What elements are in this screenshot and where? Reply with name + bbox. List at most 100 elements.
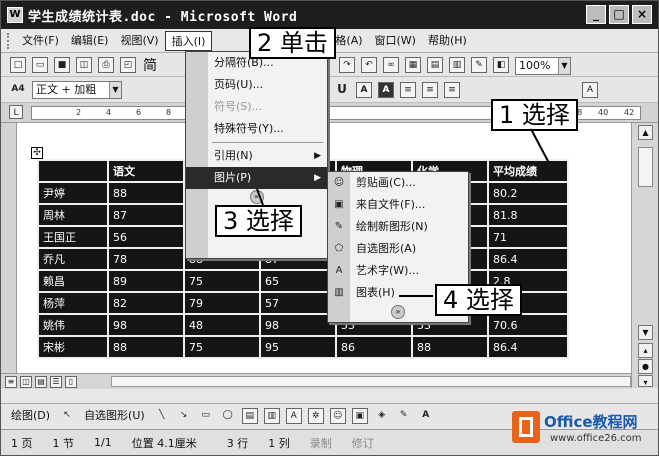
score-cell[interactable]: 57 (259, 291, 337, 315)
print-icon[interactable]: ⎙ (98, 56, 114, 73)
score-cell[interactable]: 89 (107, 269, 185, 293)
table-move-handle-icon[interactable]: ✣ (31, 147, 43, 159)
score-cell[interactable]: 80.2 (487, 181, 569, 205)
picture-menu-item[interactable]: ▣ 来自文件(F)... (328, 194, 468, 216)
menu-insert[interactable]: 插入(I) (164, 30, 213, 51)
table-header-cell[interactable] (37, 159, 109, 183)
menubar-grip[interactable] (7, 32, 10, 49)
outline-view-icon[interactable]: ☰ (50, 376, 62, 388)
score-cell[interactable]: 48 (183, 313, 261, 337)
score-cell[interactable]: 71 (487, 225, 569, 249)
score-cell[interactable]: 86.4 (487, 247, 569, 271)
score-cell[interactable]: 75 (183, 335, 261, 359)
score-cell[interactable]: 87 (107, 203, 185, 227)
print-preview-icon[interactable]: ◰ (120, 56, 136, 73)
status-record[interactable]: 录制 (300, 435, 342, 451)
score-cell[interactable]: 70.6 (487, 313, 569, 337)
student-name-cell[interactable]: 赖昌 (37, 269, 109, 293)
align-right-icon[interactable]: ≡ (444, 82, 460, 98)
arrow-icon[interactable]: ↘ (176, 408, 192, 424)
insert-menu-item[interactable]: 图片(P) ▶ (186, 167, 327, 189)
student-name-cell[interactable]: 尹婷 (37, 181, 109, 205)
score-cell[interactable]: 88 (107, 335, 185, 359)
undo-icon[interactable]: ↶ (361, 57, 377, 73)
status-track[interactable]: 修订 (342, 435, 384, 451)
underline-button[interactable]: U (334, 82, 350, 98)
menu-file[interactable]: 文件(F) (16, 31, 65, 51)
score-cell[interactable]: 98 (107, 313, 185, 337)
student-name-cell[interactable]: 宋彬 (37, 335, 109, 359)
scroll-down-icon[interactable]: ▼ (638, 325, 653, 340)
hscroll-thumb[interactable] (111, 376, 631, 387)
insert-picture-icon[interactable]: ▣ (351, 407, 368, 424)
save-icon[interactable]: ■ (54, 56, 70, 73)
score-cell[interactable]: 98 (259, 313, 337, 337)
insert-menu-item[interactable]: 页码(U)... (186, 74, 327, 96)
scroll-thumb[interactable] (638, 147, 653, 187)
score-cell[interactable]: 86.4 (487, 335, 569, 359)
style-select[interactable]: 正文 + 加粗 ▼ (32, 80, 122, 99)
align-center-icon[interactable]: ≡ (422, 82, 438, 98)
student-name-cell[interactable]: 周林 (37, 203, 109, 227)
close-button[interactable]: × (632, 5, 652, 24)
reading-view-icon[interactable]: ▯ (65, 376, 77, 388)
score-cell[interactable]: 81.8 (487, 203, 569, 227)
picture-menu-item[interactable]: A 艺术字(W)... (328, 260, 468, 282)
wordart-icon[interactable]: A (285, 407, 302, 424)
line-color-icon[interactable]: ✎ (396, 408, 412, 424)
table-header-cell[interactable]: 语文 (107, 159, 185, 183)
chevron-down-icon[interactable]: ▼ (558, 58, 570, 74)
score-cell[interactable]: 56 (107, 225, 185, 249)
open-icon[interactable]: ▭ (32, 56, 48, 73)
clipart-icon[interactable]: ☺ (329, 407, 346, 424)
tables-borders-icon[interactable]: ▦ (405, 57, 421, 73)
print-view-icon[interactable]: ▤ (35, 376, 47, 388)
new-doc-icon[interactable]: □ (10, 56, 26, 73)
styles-pane-icon[interactable]: A4 (10, 82, 26, 98)
hyperlink-icon[interactable]: ∞ (383, 57, 399, 73)
student-name-cell[interactable]: 杨萍 (37, 291, 109, 315)
prev-page-icon[interactable]: ▴ (638, 343, 653, 358)
vertical-ruler[interactable] (1, 123, 17, 373)
vertical-scrollbar[interactable]: ▲ ▼ ▴ ● ▾ (631, 123, 658, 388)
menu-help[interactable]: 帮助(H) (422, 31, 473, 51)
horizontal-scrollbar[interactable]: ≡ ◫ ▤ ☰ ▯ (1, 373, 631, 389)
vertical-textbox-icon[interactable]: ▥ (263, 407, 280, 424)
table-header-cell[interactable]: 平均成绩 (487, 159, 569, 183)
char-shading-button[interactable]: A (378, 82, 394, 98)
student-name-cell[interactable]: 王国正 (37, 225, 109, 249)
score-cell[interactable]: 65 (259, 269, 337, 293)
select-objects-icon[interactable]: ↖ (59, 408, 75, 424)
font-color-draw-icon[interactable]: A (418, 408, 434, 424)
autoshape-menu-button[interactable]: 自选图形(U) (78, 406, 151, 426)
score-cell[interactable]: 88 (107, 181, 185, 205)
zoom-select[interactable]: 100% ▼ (515, 57, 571, 75)
draw-menu-button[interactable]: 绘图(D) (5, 406, 56, 426)
permission-icon[interactable]: ◫ (76, 56, 92, 73)
picture-menu-item[interactable]: ⬠ 自选图形(A) (328, 238, 468, 260)
drawing-toggle-icon[interactable]: ✎ (471, 57, 487, 73)
diagram-icon[interactable]: ✲ (307, 407, 324, 424)
insert-menu-item[interactable]: 特殊符号(Y)... (186, 118, 327, 140)
excel-icon[interactable]: ▥ (449, 57, 465, 73)
menu-edit[interactable]: 编辑(E) (65, 31, 115, 51)
double-chevron-icon[interactable]: » (249, 190, 264, 204)
insert-table-icon[interactable]: ▤ (427, 57, 443, 73)
insert-menu-item[interactable]: 引用(N) ▶ (186, 145, 327, 167)
picture-menu-item[interactable]: ✎ 绘制新图形(N) (328, 216, 468, 238)
font-color-icon[interactable]: A (582, 82, 598, 98)
normal-view-icon[interactable]: ≡ (5, 376, 17, 388)
minimize-button[interactable]: _ (586, 5, 606, 24)
score-cell[interactable]: 82 (107, 291, 185, 315)
score-cell[interactable]: 86 (335, 335, 413, 359)
oval-icon[interactable]: ◯ (220, 408, 236, 424)
score-cell[interactable]: 75 (183, 269, 261, 293)
double-chevron-icon[interactable]: » (391, 305, 405, 319)
textbox-icon[interactable]: ▤ (241, 407, 258, 424)
student-name-cell[interactable]: 姚伟 (37, 313, 109, 337)
redo-icon[interactable]: ↷ (339, 57, 355, 73)
web-view-icon[interactable]: ◫ (20, 376, 32, 388)
menu-window[interactable]: 窗口(W) (369, 31, 422, 51)
score-cell[interactable]: 88 (411, 335, 489, 359)
fill-color-icon[interactable]: ◈ (374, 408, 390, 424)
